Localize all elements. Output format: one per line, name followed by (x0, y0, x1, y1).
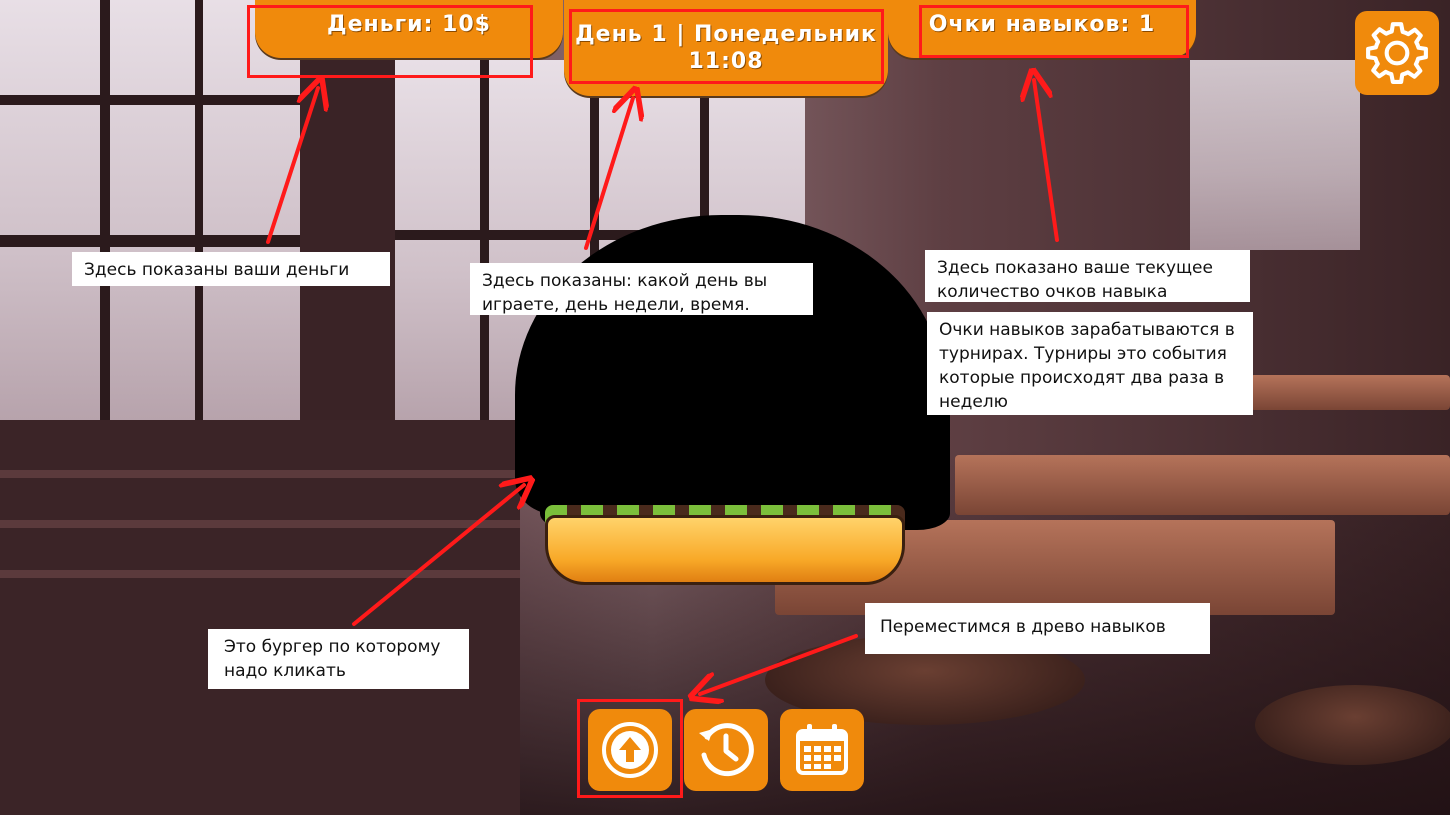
gear-icon (1366, 22, 1428, 84)
calendar-button[interactable] (780, 709, 864, 791)
callout-skill-tree: Переместимся в древо навыков (865, 603, 1210, 654)
money-highlight (247, 5, 533, 78)
arrow-up-circle-icon (602, 722, 658, 778)
callout-skill-earn: Очки навыков зарабатываются в турнирах. … (927, 312, 1253, 415)
history-button[interactable] (684, 709, 768, 791)
table-far (1250, 375, 1450, 410)
window-right (1190, 60, 1360, 250)
callout-burger: Это бургер по которому надо кликать (208, 629, 469, 689)
callout-money: Здесь показаны ваши деньги (72, 252, 390, 286)
skill-points-highlight (919, 5, 1189, 58)
callout-day: Здесь показаны: какой день вы играете, д… (470, 263, 813, 315)
day-highlight (569, 9, 884, 84)
calendar-icon (796, 724, 848, 775)
clock-history-icon (699, 723, 754, 777)
settings-button[interactable] (1355, 11, 1439, 95)
table-back (955, 455, 1450, 515)
skill-tree-button[interactable] (588, 709, 672, 791)
stool-right (1255, 685, 1450, 765)
callout-skill-current: Здесь показано ваше текущее количество о… (925, 250, 1250, 302)
burger-body[interactable] (540, 320, 950, 530)
burger-bottom-bun[interactable] (545, 515, 905, 585)
